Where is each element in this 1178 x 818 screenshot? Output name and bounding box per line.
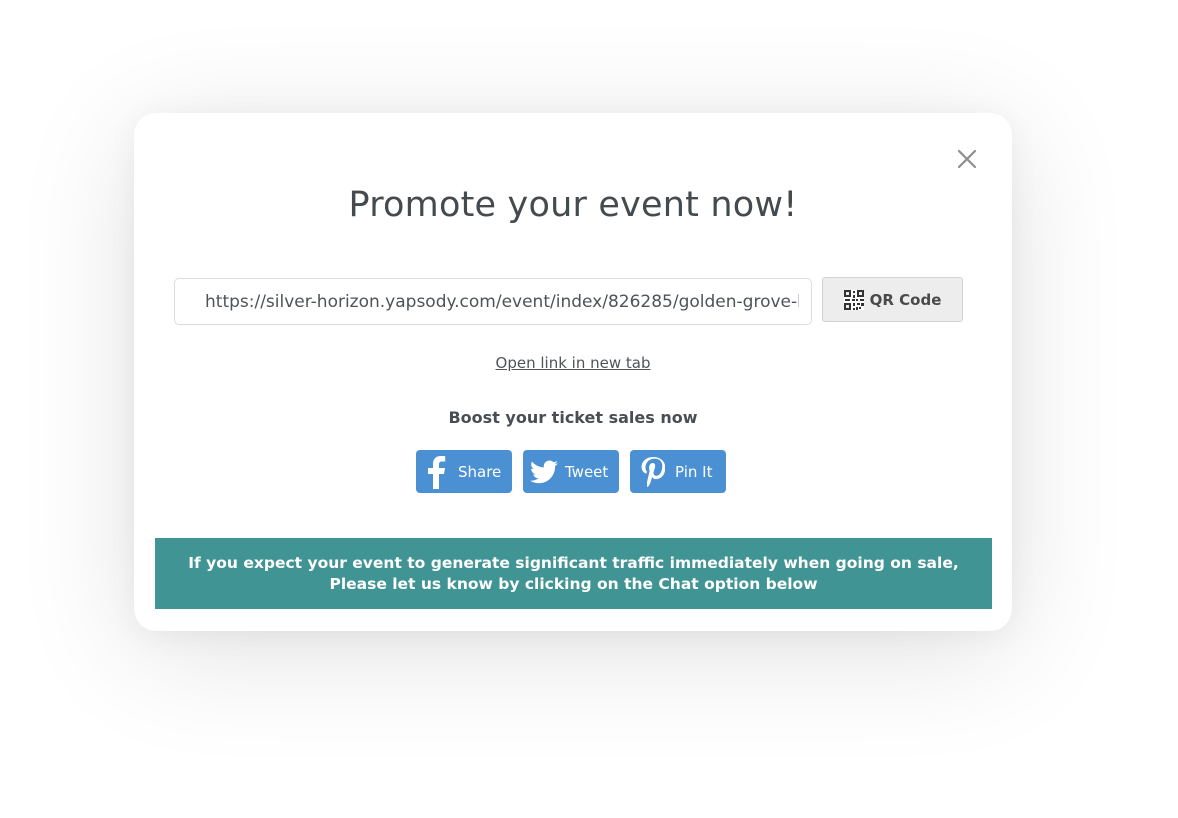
pinterest-pin-button[interactable]: Pin It	[630, 450, 726, 493]
facebook-share-button[interactable]: Share	[416, 450, 512, 493]
facebook-icon	[428, 455, 446, 489]
qr-code-button-label: QR Code	[869, 290, 942, 309]
tweet-label: Tweet	[565, 462, 609, 481]
twitter-icon	[530, 459, 558, 483]
close-button[interactable]	[954, 146, 980, 172]
qr-code-icon	[843, 289, 864, 310]
pin-it-label: Pin It	[675, 462, 713, 481]
event-url-field[interactable]	[174, 278, 812, 325]
close-icon	[957, 149, 977, 169]
social-share-buttons: Share Tweet Pin It	[416, 450, 726, 493]
qr-code-button[interactable]: QR Code	[822, 277, 963, 322]
boost-sales-heading: Boost your ticket sales now	[448, 408, 698, 427]
open-link-new-tab[interactable]: Open link in new tab	[134, 354, 1012, 372]
traffic-notice-text: If you expect your event to generate sig…	[188, 553, 959, 593]
traffic-notice-banner: If you expect your event to generate sig…	[155, 538, 992, 609]
twitter-tweet-button[interactable]: Tweet	[523, 450, 619, 493]
modal-title: Promote your event now!	[348, 185, 798, 225]
share-label: Share	[458, 462, 502, 481]
pinterest-icon	[641, 456, 665, 487]
promote-event-modal: Promote your event now! QR Code Open li	[134, 113, 1012, 631]
